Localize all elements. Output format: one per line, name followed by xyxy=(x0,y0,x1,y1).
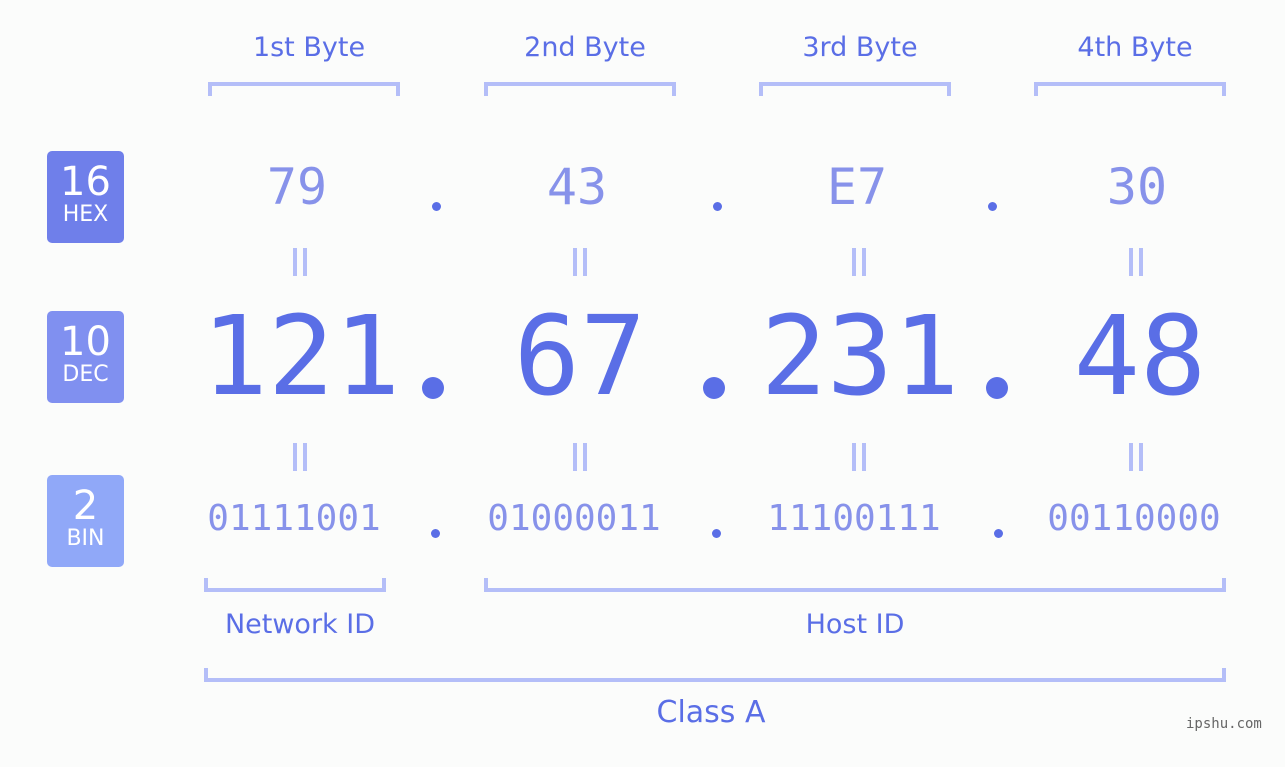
equals-sign xyxy=(839,442,879,478)
dec-badge: 10 DEC xyxy=(47,311,124,403)
bin-value-1: 01111001 xyxy=(207,498,381,539)
bin-value-4: 00110000 xyxy=(1047,498,1221,539)
hex-value-2: 43 xyxy=(546,158,608,216)
hex-value-4: 30 xyxy=(1106,158,1168,216)
hex-badge: 16 HEX xyxy=(47,151,124,243)
dec-badge-label: DEC xyxy=(62,362,109,387)
byte-bracket-2 xyxy=(484,82,676,96)
hex-badge-label: HEX xyxy=(62,202,109,227)
byte-label-4: 4th Byte xyxy=(1077,32,1193,63)
bin-value-2: 01000011 xyxy=(487,498,661,539)
host-id-label: Host ID xyxy=(805,609,905,640)
byte-label-3: 3rd Byte xyxy=(802,32,918,63)
equals-sign xyxy=(560,442,600,478)
bin-value-3: 11100111 xyxy=(767,498,941,539)
equals-sign xyxy=(1116,247,1156,283)
equals-sign xyxy=(839,247,879,283)
dec-badge-base: 10 xyxy=(60,319,111,365)
byte-label-1: 1st Byte xyxy=(252,32,366,63)
bin-badge-label: BIN xyxy=(66,526,105,551)
dec-value-3: 231 xyxy=(760,292,960,420)
watermark: ipshu.com xyxy=(1186,716,1262,732)
equals-sign xyxy=(280,247,320,283)
network-id-bracket xyxy=(204,578,386,592)
hex-dot-separator xyxy=(988,202,997,211)
network-id-label: Network ID xyxy=(224,609,376,640)
dec-dot-separator xyxy=(422,377,444,399)
bin-dot-separator xyxy=(712,529,721,538)
byte-bracket-1 xyxy=(208,82,400,96)
equals-sign xyxy=(280,442,320,478)
equals-sign xyxy=(1116,442,1156,478)
bin-badge-base: 2 xyxy=(72,483,99,529)
bin-dot-separator xyxy=(994,529,1003,538)
dec-value-1: 121 xyxy=(201,292,401,420)
dec-dot-separator xyxy=(986,377,1008,399)
hex-dot-separator xyxy=(713,202,722,211)
hex-badge-base: 16 xyxy=(60,159,111,205)
host-id-bracket xyxy=(484,578,1226,592)
bin-badge: 2 BIN xyxy=(47,475,124,567)
dec-value-2: 67 xyxy=(513,292,647,420)
dec-value-4: 48 xyxy=(1073,292,1207,420)
hex-value-3: E7 xyxy=(826,158,888,216)
hex-value-1: 79 xyxy=(266,158,328,216)
byte-label-2: 2nd Byte xyxy=(524,32,646,63)
class-label: Class A xyxy=(656,695,766,730)
class-bracket xyxy=(204,668,1226,682)
hex-dot-separator xyxy=(432,202,441,211)
bin-dot-separator xyxy=(431,529,440,538)
byte-bracket-3 xyxy=(759,82,951,96)
dec-dot-separator xyxy=(703,377,725,399)
byte-bracket-4 xyxy=(1034,82,1226,96)
equals-sign xyxy=(560,247,600,283)
